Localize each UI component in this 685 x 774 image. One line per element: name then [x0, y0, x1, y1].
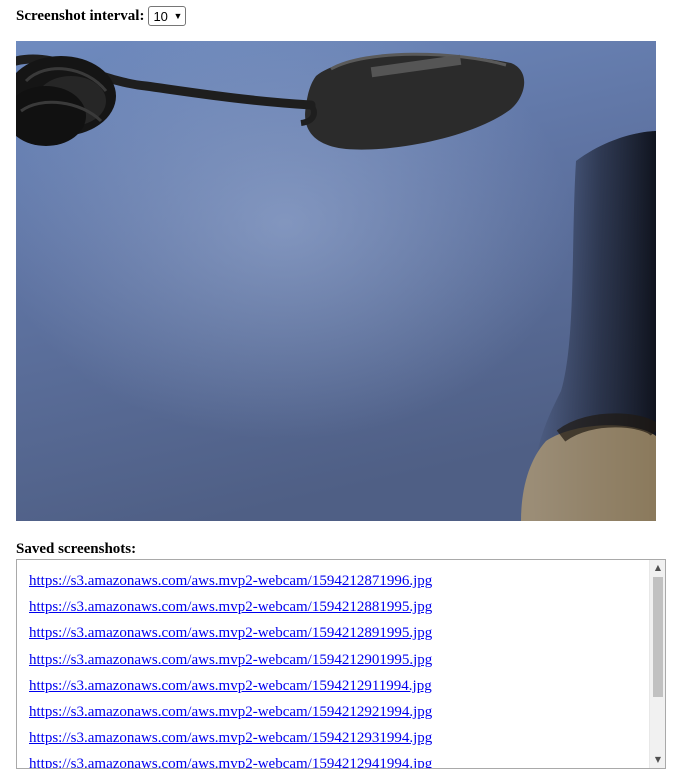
webcam-preview [16, 41, 656, 521]
saved-screenshots-label: Saved screenshots: [16, 541, 137, 557]
saved-screenshots-items: https://s3.amazonaws.com/aws.mvp2-webcam… [29, 568, 647, 768]
scroll-down-icon[interactable]: ▼ [650, 752, 665, 768]
interval-select[interactable]: 10 ▼ [148, 6, 187, 26]
interval-label: Screenshot interval: [16, 7, 145, 24]
screenshot-link[interactable]: https://s3.amazonaws.com/aws.mvp2-webcam… [29, 751, 647, 768]
screenshot-link[interactable]: https://s3.amazonaws.com/aws.mvp2-webcam… [29, 647, 647, 673]
saved-screenshots-list[interactable]: https://s3.amazonaws.com/aws.mvp2-webcam… [16, 559, 666, 769]
screenshot-link[interactable]: https://s3.amazonaws.com/aws.mvp2-webcam… [29, 699, 647, 725]
screenshot-link[interactable]: https://s3.amazonaws.com/aws.mvp2-webcam… [29, 673, 647, 699]
screenshot-link[interactable]: https://s3.amazonaws.com/aws.mvp2-webcam… [29, 568, 647, 594]
webcam-image [16, 41, 656, 521]
screenshot-link[interactable]: https://s3.amazonaws.com/aws.mvp2-webcam… [29, 594, 647, 620]
screenshot-link[interactable]: https://s3.amazonaws.com/aws.mvp2-webcam… [29, 620, 647, 646]
scroll-up-icon[interactable]: ▲ [650, 560, 665, 576]
chevron-down-icon: ▼ [173, 11, 183, 21]
screenshot-link[interactable]: https://s3.amazonaws.com/aws.mvp2-webcam… [29, 725, 647, 751]
interval-value: 10 [153, 8, 168, 24]
scrollbar-thumb[interactable] [653, 577, 663, 697]
list-scrollbar[interactable]: ▲ ▼ [649, 560, 665, 768]
interval-controls: Screenshot interval: 10 ▼ [16, 6, 187, 26]
